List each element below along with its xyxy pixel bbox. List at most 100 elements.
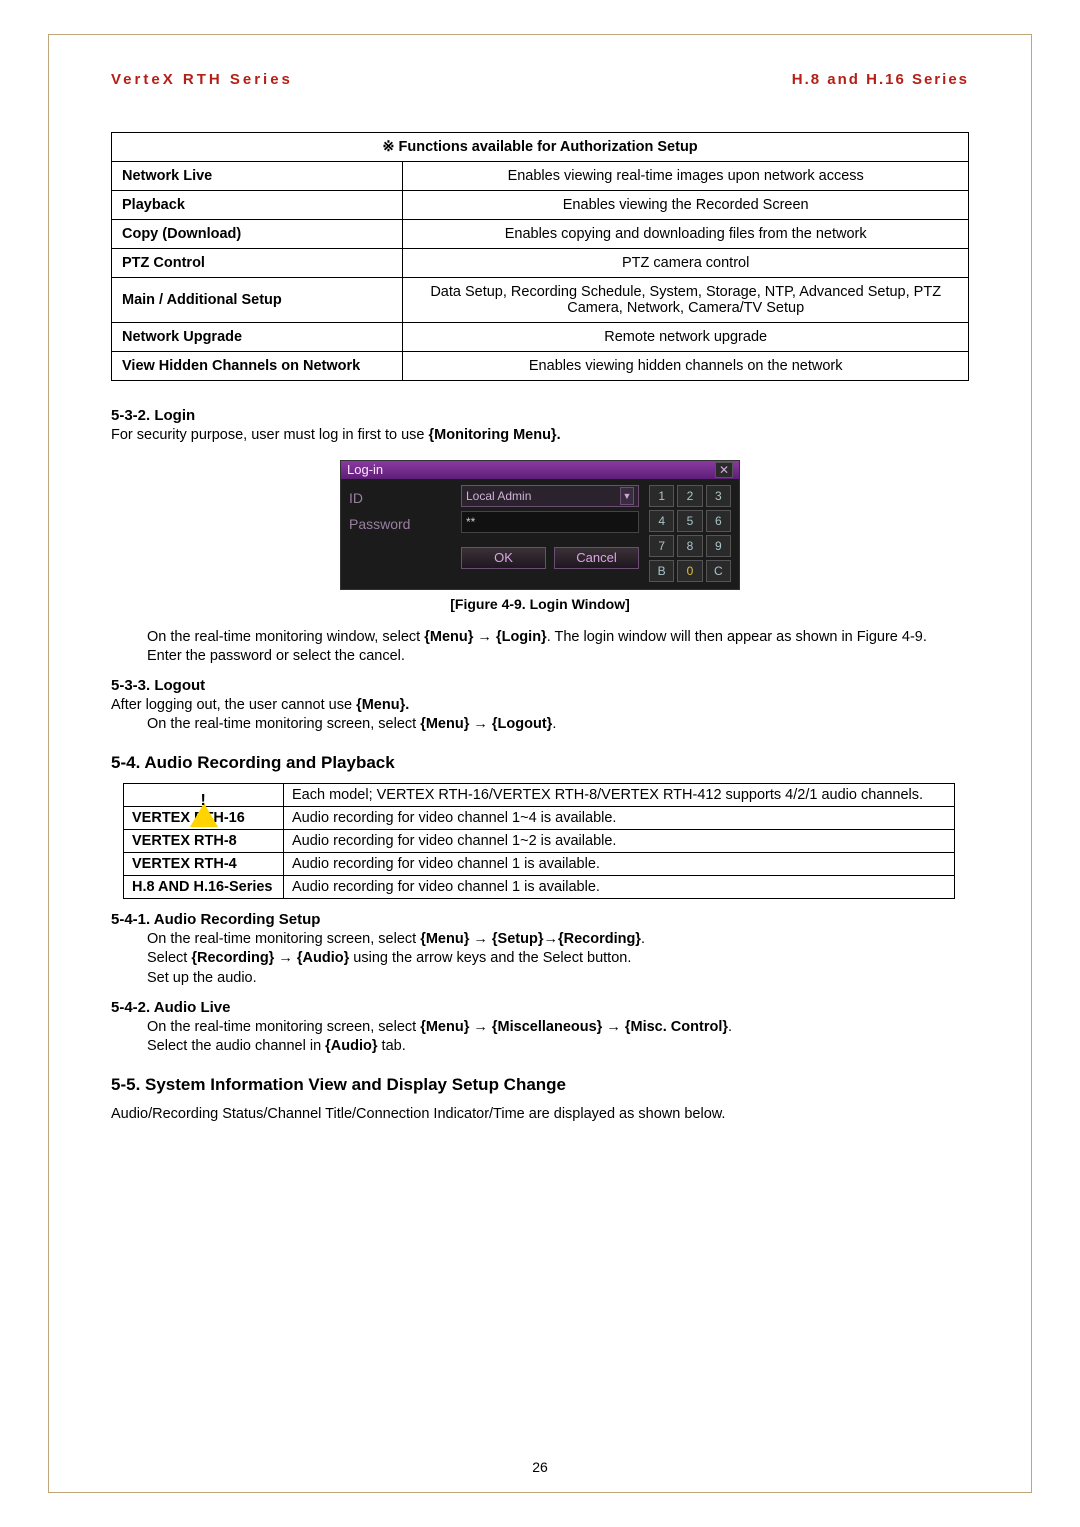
header-right: H.8 and H.16 Series (792, 71, 969, 88)
section-5-4-1-heading: 5-4-1. Audio Recording Setup (111, 911, 969, 928)
section-5-3-2-heading: 5-3-2. Login (111, 407, 969, 424)
auth-row-key: Playback (112, 191, 403, 220)
bold-text: {Menu} (424, 629, 477, 645)
keypad-key[interactable]: 0 (677, 560, 702, 582)
section-5-4-1-line1: On the real-time monitoring screen, sele… (147, 930, 969, 950)
audio-note: Each model; VERTEX RTH-16/VERTEX RTH-8/V… (284, 783, 955, 806)
section-5-3-3-intro: After logging out, the user cannot use {… (111, 696, 969, 716)
audio-row-key: H.8 AND H.16-Series (124, 875, 284, 898)
text: Select (147, 950, 191, 966)
keypad-key[interactable]: 4 (649, 510, 674, 532)
page-number: 26 (0, 1459, 1080, 1475)
section-5-5-intro: Audio/Recording Status/Channel Title/Con… (111, 1105, 969, 1125)
auth-row-val: Data Setup, Recording Schedule, System, … (403, 278, 969, 323)
text: On the real-time monitoring screen, sele… (147, 931, 420, 947)
auth-row-val: Enables viewing real-time images upon ne… (403, 162, 969, 191)
arrow-icon: → (473, 931, 488, 947)
auth-row-key: Network Live (112, 162, 403, 191)
text: For security purpose, user must log in f… (111, 427, 429, 443)
keypad-key[interactable]: 6 (706, 510, 731, 532)
password-input[interactable]: ** (461, 511, 639, 533)
keypad-key[interactable]: B (649, 560, 674, 582)
keypad-key[interactable]: 9 (706, 535, 731, 557)
bold-text: {Logout} (488, 716, 552, 732)
id-select[interactable]: Local Admin ▼ (461, 485, 639, 507)
keypad: 1 2 3 4 5 6 7 8 9 B 0 C (649, 485, 731, 582)
bold-text: {Setup} (488, 931, 544, 947)
auth-row-key: PTZ Control (112, 249, 403, 278)
page-header: VerteX RTH Series H.8 and H.16 Series (111, 71, 969, 88)
bold-text: {Menu} (420, 716, 473, 732)
keypad-key[interactable]: 5 (677, 510, 702, 532)
text: Select the audio channel in (147, 1038, 325, 1054)
section-5-3-3-step1: On the real-time monitoring screen, sele… (147, 715, 969, 735)
text: using the arrow keys and the Select butt… (349, 950, 631, 966)
figure-caption: [Figure 4-9. Login Window] (111, 596, 969, 612)
bold-text: {Miscellaneous} (488, 1019, 606, 1035)
audio-table: Each model; VERTEX RTH-16/VERTEX RTH-8/V… (123, 783, 955, 899)
auth-table-title: ※ Functions available for Authorization … (112, 133, 969, 162)
bold-text: {Menu} (420, 931, 473, 947)
keypad-key[interactable]: 8 (677, 535, 702, 557)
chevron-down-icon: ▼ (620, 487, 634, 505)
cancel-button[interactable]: Cancel (554, 547, 639, 569)
audio-row-val: Audio recording for video channel 1 is a… (284, 875, 955, 898)
arrow-icon: → (473, 1019, 488, 1035)
arrow-icon: → (477, 629, 492, 645)
bold-text: {Recording} (558, 931, 641, 947)
section-5-4-1-line2: Select {Recording} → {Audio} using the a… (147, 949, 969, 969)
arrow-icon: → (543, 931, 558, 947)
text: After logging out, the user cannot use (111, 697, 356, 713)
audio-row-val: Audio recording for video channel 1 is a… (284, 852, 955, 875)
text: tab. (378, 1038, 406, 1054)
bold-text: {Audio} (325, 1038, 377, 1054)
text: On the real-time monitoring screen, sele… (147, 716, 420, 732)
auth-row-val: Enables viewing the Recorded Screen (403, 191, 969, 220)
content-area: VerteX RTH Series H.8 and H.16 Series ※ … (49, 35, 1031, 1124)
id-label: ID (349, 485, 461, 511)
auth-row-val: Enables copying and downloading files fr… (403, 220, 969, 249)
auth-row-key: Network Upgrade (112, 323, 403, 352)
id-select-value: Local Admin (466, 489, 531, 503)
authorization-table: ※ Functions available for Authorization … (111, 132, 969, 381)
auth-row-val: PTZ camera control (403, 249, 969, 278)
login-fields: Local Admin ▼ ** OK Cancel (461, 485, 639, 582)
keypad-key[interactable]: 3 (706, 485, 731, 507)
bold-text: {Recording} (191, 950, 278, 966)
audio-row-key: VERTEX RTH-4 (124, 852, 284, 875)
keypad-key[interactable]: C (706, 560, 731, 582)
login-figure: Log-in ✕ ID Password Local Admin ▼ (111, 460, 969, 590)
keypad-key[interactable]: 1 (649, 485, 674, 507)
keypad-key[interactable]: 7 (649, 535, 674, 557)
login-window: Log-in ✕ ID Password Local Admin ▼ (340, 460, 740, 590)
section-5-3-2-step1: On the real-time monitoring window, sele… (147, 628, 969, 648)
page-frame: VerteX RTH Series H.8 and H.16 Series ※ … (48, 34, 1032, 1493)
section-5-3-2-intro: For security purpose, user must log in f… (111, 426, 969, 446)
login-titlebar: Log-in ✕ (341, 461, 739, 479)
bold-text: {Login} (492, 629, 547, 645)
section-5-5-heading: 5-5. System Information View and Display… (111, 1075, 969, 1095)
keypad-key[interactable]: 2 (677, 485, 702, 507)
login-labels: ID Password (349, 485, 461, 582)
auth-row-key: Copy (Download) (112, 220, 403, 249)
bold-text: {Misc. Control} (621, 1019, 728, 1035)
auth-row-val: Remote network upgrade (403, 323, 969, 352)
warning-cell (124, 783, 284, 806)
bold-text: {Audio} (293, 950, 349, 966)
audio-row-val: Audio recording for video channel 1~4 is… (284, 806, 955, 829)
section-5-3-2-step2: Enter the password or select the cancel. (147, 647, 969, 667)
close-icon[interactable]: ✕ (715, 462, 733, 478)
ok-button[interactable]: OK (461, 547, 546, 569)
auth-row-val: Enables viewing hidden channels on the n… (403, 352, 969, 381)
warning-icon (190, 787, 218, 803)
login-button-row: OK Cancel (461, 547, 639, 569)
text: On the real-time monitoring screen, sele… (147, 1019, 420, 1035)
section-5-4-heading: 5-4. Audio Recording and Playback (111, 753, 969, 773)
header-left: VerteX RTH Series (111, 71, 293, 88)
bold-text: {Monitoring Menu}. (429, 427, 561, 443)
arrow-icon: → (473, 716, 488, 732)
bold-text: {Menu} (420, 1019, 473, 1035)
section-5-4-2-line2: Select the audio channel in {Audio} tab. (147, 1037, 969, 1057)
section-5-3-3-heading: 5-3-3. Logout (111, 677, 969, 694)
section-5-4-2-line1: On the real-time monitoring screen, sele… (147, 1018, 969, 1038)
